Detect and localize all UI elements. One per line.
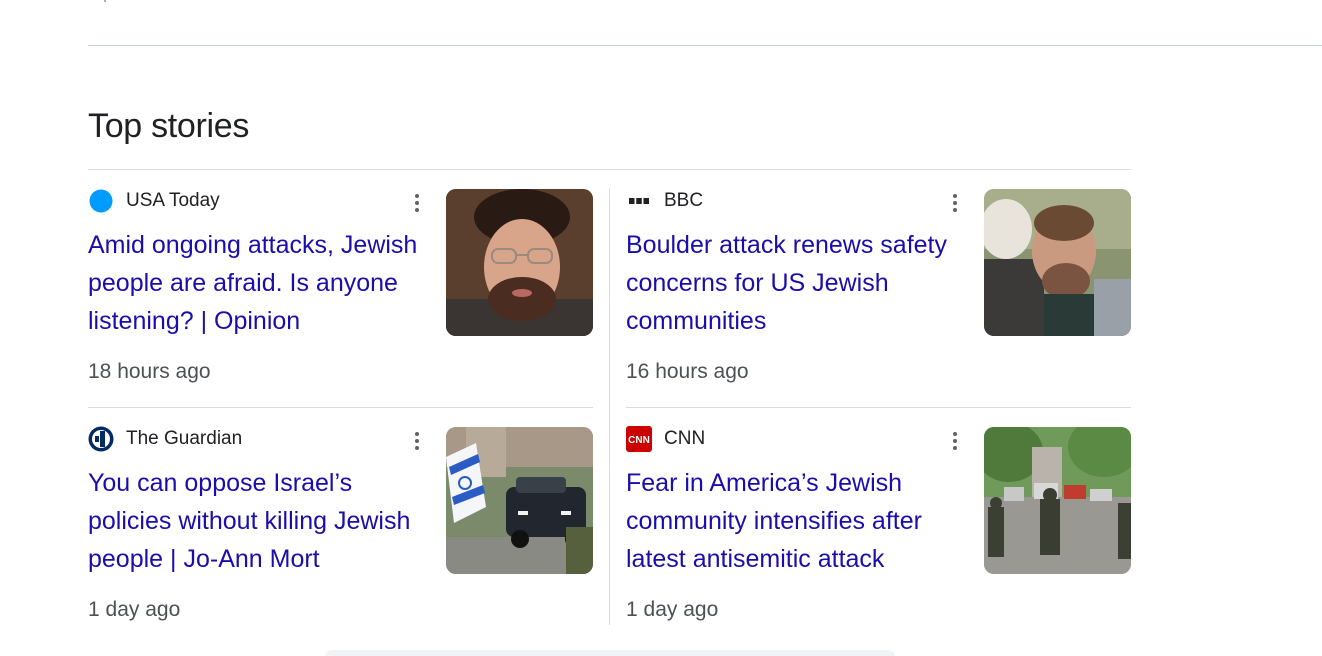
story-source[interactable]: USA Today <box>88 188 220 214</box>
story-thumbnail-image[interactable] <box>984 427 1131 574</box>
story-timestamp: 1 day ago <box>626 598 719 621</box>
section-title: Top stories <box>88 107 250 145</box>
story-card[interactable]: CNN CNN Fear in America’s Jewish communi… <box>626 426 1131 641</box>
story-headline-link[interactable]: Amid ongoing attacks, Jewish people are … <box>88 226 436 340</box>
more-options-icon[interactable] <box>406 428 428 454</box>
row-divider-right <box>626 407 1131 408</box>
story-thumbnail-image[interactable] <box>446 427 593 574</box>
usa-today-logo-icon <box>88 188 114 214</box>
story-card[interactable]: The Guardian You can oppose Israel’s pol… <box>88 426 593 641</box>
more-options-icon[interactable] <box>944 428 966 454</box>
story-headline-link[interactable]: You can oppose Israel’s policies without… <box>88 464 436 578</box>
cnn-logo-icon: CNN <box>626 426 652 452</box>
title-divider <box>88 169 1131 170</box>
story-thumbnail-image[interactable] <box>446 189 593 336</box>
story-timestamp: 1 day ago <box>88 598 181 621</box>
story-headline-link[interactable]: Boulder attack renews safety concerns fo… <box>626 226 974 340</box>
bbc-logo-icon <box>626 188 652 214</box>
more-options-icon[interactable] <box>944 190 966 216</box>
top-tick-mark <box>104 0 106 2</box>
story-timestamp: 16 hours ago <box>626 360 749 383</box>
column-divider <box>609 188 610 625</box>
story-timestamp: 18 hours ago <box>88 360 211 383</box>
story-card[interactable]: BBC Boulder attack renews safety concern… <box>626 188 1131 403</box>
story-headline-link[interactable]: Fear in America’s Jewish community inten… <box>626 464 974 578</box>
source-name: BBC <box>664 190 704 211</box>
row-divider-left <box>88 407 593 408</box>
guardian-logo-icon <box>88 426 114 452</box>
more-options-icon[interactable] <box>406 190 428 216</box>
story-card[interactable]: USA Today Amid ongoing attacks, Jewish p… <box>88 188 593 403</box>
story-source[interactable]: The Guardian <box>88 426 242 452</box>
source-name: The Guardian <box>126 428 243 449</box>
svg-text:CNN: CNN <box>628 435 650 446</box>
source-name: USA Today <box>126 190 220 211</box>
bottom-more-bar[interactable] <box>325 650 895 656</box>
section-top-divider <box>88 45 1322 46</box>
story-thumbnail-image[interactable] <box>984 189 1131 336</box>
source-name: CNN <box>664 428 706 449</box>
story-source[interactable]: BBC <box>626 188 703 214</box>
search-results-page: Top stories USA Today Amid ongoing attac… <box>0 0 1322 656</box>
story-source[interactable]: CNN CNN <box>626 426 705 452</box>
